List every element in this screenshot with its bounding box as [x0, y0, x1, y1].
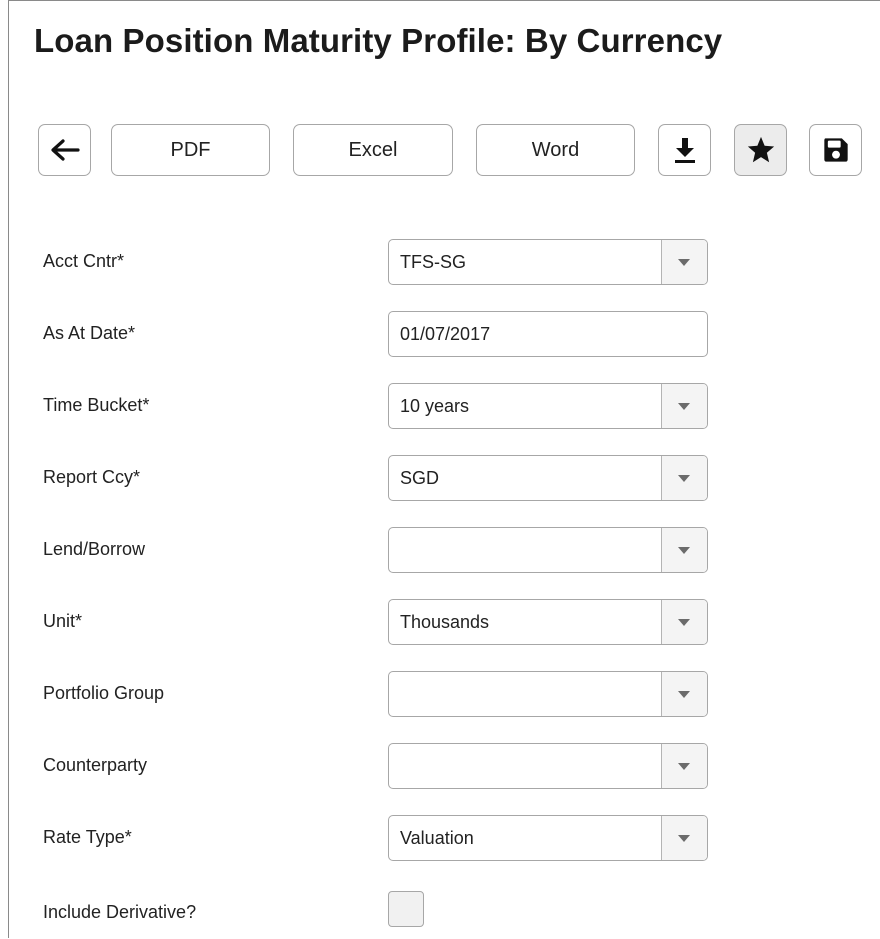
acct-cntr-value: TFS-SG	[400, 252, 466, 272]
chevron-down-icon[interactable]	[661, 816, 707, 860]
as-at-date-label: As At Date*	[43, 323, 136, 343]
acct-cntr-select[interactable]: TFS-SG	[388, 239, 708, 285]
download-button[interactable]	[658, 124, 711, 176]
back-button[interactable]	[38, 124, 91, 176]
report-ccy-value: SGD	[400, 468, 440, 488]
portfolio-group-label: Portfolio Group	[43, 683, 165, 703]
chevron-down-icon[interactable]	[661, 744, 707, 788]
chevron-down-icon[interactable]	[661, 672, 707, 716]
report-ccy-select[interactable]: SGD	[388, 455, 708, 501]
time-bucket-select[interactable]: 10 years	[388, 383, 708, 429]
download-icon	[674, 138, 695, 163]
arrow-left-icon	[50, 139, 80, 161]
lend-borrow-row: Lend/Borrow	[0, 527, 880, 573]
pdf-button[interactable]: PDF	[111, 124, 270, 176]
as-at-date-row: As At Date* 01/07/2017	[0, 311, 880, 357]
rate-type-select[interactable]: Valuation	[388, 815, 708, 861]
report-ccy-label: Report Ccy*	[43, 467, 141, 487]
time-bucket-value: 10 years	[400, 396, 470, 416]
save-button[interactable]	[809, 124, 862, 176]
as-at-date-input[interactable]: 01/07/2017	[388, 311, 708, 357]
unit-value: Thousands	[400, 612, 490, 632]
rate-type-row: Rate Type* Valuation	[0, 815, 880, 861]
acct-cntr-row: Acct Cntr* TFS-SG	[0, 239, 880, 285]
unit-label: Unit*	[43, 611, 83, 631]
counterparty-select[interactable]	[388, 743, 708, 789]
include-derivative-row: Include Derivative?	[0, 891, 880, 939]
report-ccy-row: Report Ccy* SGD	[0, 455, 880, 501]
time-bucket-row: Time Bucket* 10 years	[0, 383, 880, 429]
lend-borrow-select[interactable]	[388, 527, 708, 573]
counterparty-label: Counterparty	[43, 755, 148, 775]
favorite-button[interactable]	[734, 124, 787, 176]
chevron-down-icon[interactable]	[661, 528, 707, 572]
rate-type-value: Valuation	[400, 828, 474, 848]
word-button[interactable]: Word	[476, 124, 635, 176]
unit-row: Unit* Thousands	[0, 599, 880, 645]
page-title: Loan Position Maturity Profile: By Curre…	[34, 22, 723, 59]
star-icon	[747, 136, 774, 163]
include-derivative-label: Include Derivative?	[43, 902, 197, 922]
excel-button[interactable]: Excel	[293, 124, 453, 176]
chevron-down-icon[interactable]	[661, 240, 707, 284]
chevron-down-icon[interactable]	[661, 384, 707, 428]
lend-borrow-label: Lend/Borrow	[43, 539, 146, 559]
unit-select[interactable]: Thousands	[388, 599, 708, 645]
time-bucket-label: Time Bucket*	[43, 395, 150, 415]
floppy-disk-icon	[823, 138, 848, 162]
chevron-down-icon[interactable]	[661, 600, 707, 644]
portfolio-group-row: Portfolio Group	[0, 671, 880, 717]
as-at-date-value: 01/07/2017	[400, 324, 491, 344]
counterparty-row: Counterparty	[0, 743, 880, 789]
portfolio-group-select[interactable]	[388, 671, 708, 717]
chevron-down-icon[interactable]	[661, 456, 707, 500]
rate-type-label: Rate Type*	[43, 827, 132, 847]
acct-cntr-label: Acct Cntr*	[43, 251, 125, 271]
include-derivative-checkbox[interactable]	[388, 891, 424, 927]
